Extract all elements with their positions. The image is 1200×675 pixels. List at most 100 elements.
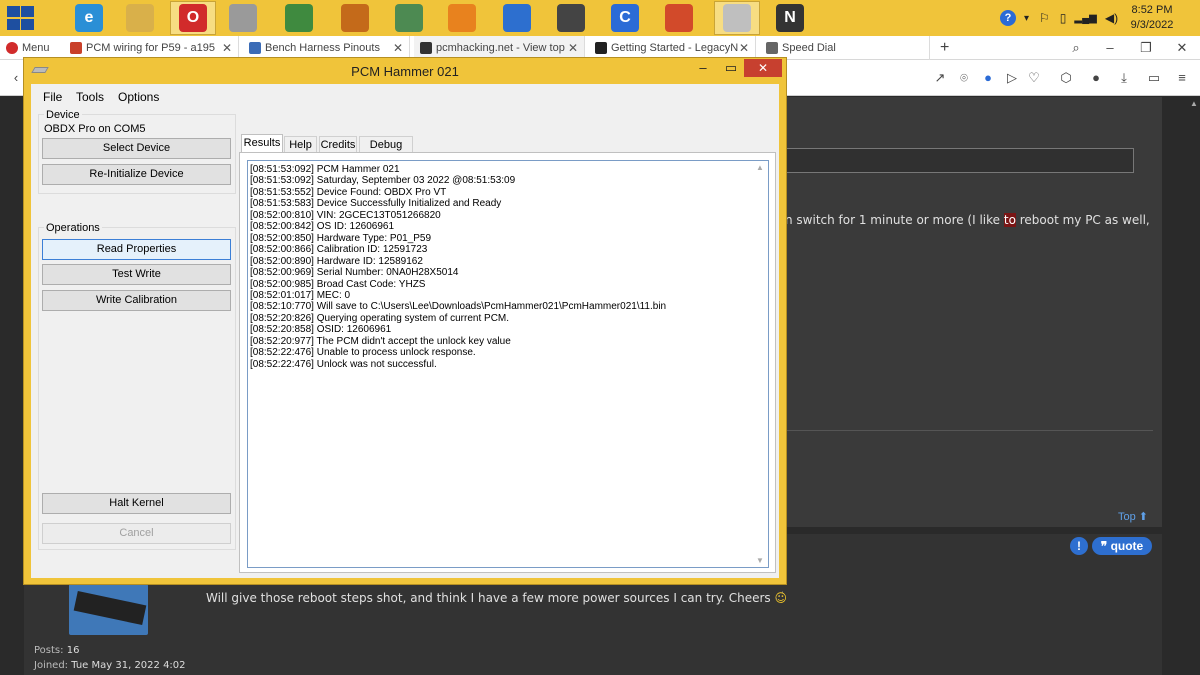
camera-icon[interactable]: ⌾ [956, 70, 972, 86]
tab-debug-log[interactable]: Debug Log [359, 136, 413, 167]
top-link[interactable]: Top ⬆ [1118, 510, 1148, 523]
results-log[interactable]: [08:51:53:092] PCM Hammer 021 [08:51:53:0… [247, 160, 769, 568]
search-tabs-icon[interactable]: ⌕ [1068, 40, 1084, 56]
close-icon[interactable]: ✕ [1174, 40, 1190, 56]
reinitialize-device-button[interactable]: Re-Initialize Device [42, 164, 231, 185]
log-line: [08:52:01:017] MEC: 0 [250, 289, 351, 301]
heart-icon[interactable]: ♡ [1026, 70, 1042, 86]
clock[interactable]: 8:52 PM 9/3/2022 [1122, 3, 1182, 33]
profile-icon[interactable]: ● [1088, 70, 1104, 86]
posts-count: Posts: 16 [34, 645, 79, 656]
scroll-down-icon[interactable]: ▼ [756, 556, 764, 565]
scroll-up-icon[interactable]: ▲ [1190, 99, 1198, 108]
flag-icon[interactable]: ⚐ [1039, 11, 1050, 25]
select-device-button[interactable]: Select Device [42, 138, 231, 159]
maximize-button[interactable]: ▭ [718, 59, 744, 77]
reply-text: Will give those reboot steps shot, and t… [206, 591, 787, 605]
write-calibration-button[interactable]: Write Calibration [42, 290, 231, 311]
file-explorer-icon [126, 4, 154, 32]
target-app-icon [341, 4, 369, 32]
tab-results[interactable]: Results [241, 134, 283, 154]
taskbar-car-app[interactable] [548, 1, 594, 35]
menu-tools[interactable]: Tools [76, 90, 104, 104]
back-icon[interactable]: ‹ [8, 70, 24, 86]
taskbar-settings-app[interactable] [656, 1, 702, 35]
help-icon[interactable]: ? [1000, 10, 1016, 26]
battery-saver-icon[interactable]: ▭ [1146, 70, 1162, 86]
close-tab-icon[interactable]: ✕ [393, 41, 403, 55]
joined-value: Tue May 31, 2022 4:02 [71, 660, 186, 671]
cancel-button[interactable]: Cancel [42, 523, 231, 544]
download-icon[interactable]: ⤓ [1116, 70, 1132, 86]
pcm-hammer-window: PCM Hammer 021 – ▭ ✕ File Tools Options … [23, 57, 787, 600]
taskbar-file-explorer[interactable] [117, 1, 163, 35]
chevron-down-icon[interactable]: ▾ [1024, 13, 1029, 24]
taskbar-target-app[interactable] [332, 1, 378, 35]
share-icon[interactable]: ↗ [932, 70, 948, 86]
restore-icon[interactable]: ❐ [1138, 40, 1154, 56]
post-text-line: n switch for 1 minute or more (I like to… [785, 213, 1150, 227]
menu-file[interactable]: File [43, 90, 62, 104]
clock-date: 9/3/2022 [1130, 19, 1174, 31]
favicon-icon [766, 42, 778, 54]
send-icon[interactable]: ▷ [1004, 70, 1020, 86]
minimize-icon[interactable]: – [1102, 40, 1118, 56]
taskbar-chart-app[interactable] [386, 1, 432, 35]
taskbar-opera[interactable]: O [170, 1, 216, 35]
tab-help[interactable]: Help [284, 136, 317, 153]
minimize-button[interactable]: – [690, 59, 716, 77]
close-tab-icon[interactable]: ✕ [568, 41, 578, 55]
windows-logo-pane [21, 6, 34, 17]
n-app-icon: N [776, 4, 804, 32]
taskbar-thunderbird[interactable] [494, 1, 540, 35]
cube-icon[interactable]: ⬡ [1058, 70, 1074, 86]
taskbar-internet-explorer[interactable]: e [66, 1, 112, 35]
new-tab-button[interactable]: + [934, 36, 958, 60]
reply-text-body: Will give those reboot steps shot, and t… [206, 591, 771, 605]
log-line: [08:52:00:985] Broad Cast Code: YHZS [250, 278, 426, 290]
settings-app-icon [665, 4, 693, 32]
battery-icon[interactable]: ▯ [1060, 11, 1067, 25]
favicon-icon [420, 42, 432, 54]
tab-credits[interactable]: Credits [319, 136, 357, 153]
windows-logo-pane [7, 19, 20, 30]
log-line: [08:51:53:552] Device Found: OBDX Pro VT [250, 186, 447, 198]
chip-image [73, 590, 147, 626]
menu-icon[interactable]: ≡ [1174, 70, 1190, 86]
report-icon[interactable]: ! [1070, 537, 1088, 555]
test-write-button[interactable]: Test Write [42, 264, 231, 285]
menu-options[interactable]: Options [118, 90, 159, 104]
read-properties-button[interactable]: Read Properties [42, 239, 231, 260]
close-tab-icon[interactable]: ✕ [739, 41, 749, 55]
taskbar-vlc[interactable] [439, 1, 485, 35]
vpn-shield-icon[interactable]: ● [980, 70, 996, 86]
log-line: [08:52:20:858] OSID: 12606961 [250, 324, 392, 336]
map-app-icon [285, 4, 313, 32]
scroll-up-icon[interactable]: ▲ [756, 163, 764, 172]
close-tab-icon[interactable]: ✕ [222, 41, 232, 55]
taskbar-pcm-hammer[interactable] [714, 1, 760, 35]
window-titlebar[interactable]: PCM Hammer 021 – ▭ ✕ [24, 58, 786, 84]
resize-grip-icon[interactable]: ⋰ [775, 590, 784, 601]
volume-icon[interactable]: ◀) [1105, 11, 1118, 25]
taskbar-n-app[interactable]: N [767, 1, 813, 35]
log-line: [08:52:20:977] The PCM didn't accept the… [250, 335, 511, 347]
close-button[interactable]: ✕ [744, 59, 782, 77]
quote-button[interactable]: ❞ quote [1092, 537, 1152, 555]
browser-tab-title: Bench Harness Pinouts [265, 42, 380, 54]
start-button[interactable] [4, 4, 36, 32]
taskbar-map-app[interactable] [276, 1, 322, 35]
log-line: [08:51:53:092] PCM Hammer 021 [250, 164, 400, 175]
avatar[interactable] [69, 584, 148, 635]
windows-logo-pane [21, 19, 34, 30]
joined-label: Joined: [34, 660, 69, 671]
forum-text-field[interactable] [783, 148, 1134, 173]
page-scrollbar[interactable]: ▲ [1186, 97, 1200, 675]
halt-kernel-button[interactable]: Halt Kernel [42, 493, 231, 514]
taskbar-snowman-app[interactable] [220, 1, 266, 35]
log-line: [08:52:22:476] Unable to process unlock … [250, 347, 476, 359]
device-group-label: Device [44, 109, 82, 121]
taskbar-ccleaner[interactable]: C [602, 1, 648, 35]
log-scrollbar[interactable]: ▲ ▼ [752, 161, 768, 567]
signal-icon[interactable]: ▂▄▆ [1074, 13, 1096, 24]
